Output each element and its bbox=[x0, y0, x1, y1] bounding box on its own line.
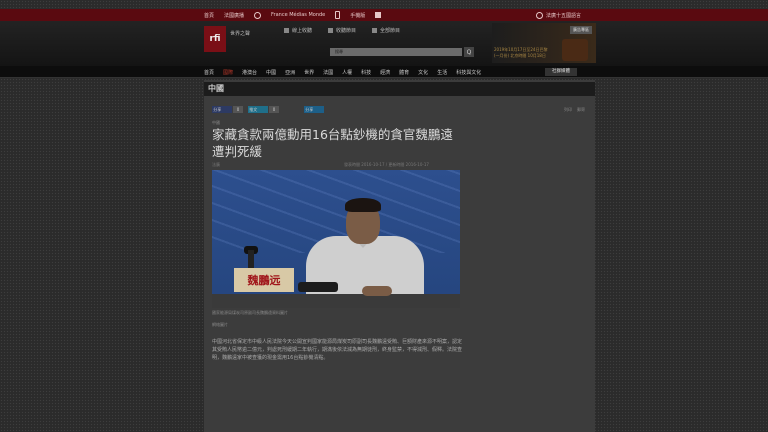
search-input[interactable]: 搜尋 bbox=[330, 48, 462, 56]
twitter-share-count: 0 bbox=[269, 106, 279, 113]
nav-item[interactable]: 港澳台 bbox=[242, 69, 257, 76]
radio-links: 線上收聽 收聽節目 全部節目 bbox=[284, 27, 400, 34]
photo-nameplate: 魏鵬远 bbox=[234, 268, 294, 292]
rfi-logo[interactable]: rfi bbox=[204, 26, 226, 52]
play-icon bbox=[328, 28, 334, 33]
section-title: 中國 bbox=[204, 82, 595, 96]
article-column: 中國 分享 0 推文 0 分享 列印 郵寄 中國 家藏貪款兩億動用16台點鈔機的… bbox=[204, 80, 595, 432]
nav-items: 首頁 國際 港澳台 中國 亞洲 世界 法國 人權 科技 經濟 體育 文化 生活 科技與文化 bbox=[204, 66, 481, 78]
nav-item[interactable]: 生活 bbox=[437, 69, 447, 76]
nav-item[interactable]: 文化 bbox=[418, 69, 428, 76]
header-ad[interactable]: 廣告專區 2019年10月17日至24日巴黎 (一月份) 北京時間 10月18日 bbox=[492, 23, 596, 63]
print-link[interactable]: 列印 bbox=[564, 107, 572, 113]
nav-item[interactable]: 國際 bbox=[223, 69, 233, 76]
linkedin-share-button[interactable]: 分享 bbox=[304, 106, 324, 113]
logo-tagline: 世界之聲 bbox=[230, 31, 251, 37]
nav-item[interactable]: 中國 bbox=[266, 69, 276, 76]
facebook-share-button[interactable]: 分享 bbox=[212, 106, 232, 113]
list-icon bbox=[372, 28, 378, 33]
twitter-share-button[interactable]: 推文 bbox=[248, 106, 268, 113]
nav-item[interactable]: 體育 bbox=[399, 69, 409, 76]
radio-link-programs[interactable]: 收聽節目 bbox=[328, 27, 356, 34]
photo-person-hands bbox=[362, 286, 392, 296]
ad-image bbox=[562, 39, 588, 61]
top-bar: 首頁 法國廣播 France Médias Monde 手機版 法廣十五國語言 bbox=[0, 9, 768, 21]
photo-person-hair bbox=[345, 198, 381, 212]
article-photo: 魏鵬远 bbox=[212, 170, 460, 308]
nav-item[interactable]: 科技與文化 bbox=[456, 69, 481, 76]
topbar-home-link[interactable]: 首頁 bbox=[204, 12, 214, 19]
photo-desk bbox=[212, 294, 460, 308]
nav-item[interactable]: 經濟 bbox=[380, 69, 390, 76]
topbar-france-medias-link[interactable]: France Médias Monde bbox=[271, 12, 325, 18]
article-title: 家藏貪款兩億動用16台點鈔機的貪官魏鵬遠遭判死緩 bbox=[212, 127, 453, 159]
photo-microphone-base bbox=[298, 282, 338, 292]
article-date: 發表時間 2016-10-17 / 更新時間 2016-10-17 bbox=[344, 162, 429, 167]
globe-icon bbox=[536, 11, 543, 19]
search-icon[interactable] bbox=[254, 11, 262, 19]
facebook-share-count: 0 bbox=[233, 106, 243, 113]
nav-item[interactable]: 亞洲 bbox=[285, 69, 295, 76]
photo-credit: 網絡圖片 bbox=[212, 322, 228, 327]
topbar-language-link[interactable]: 法國廣播 bbox=[224, 12, 244, 19]
photo-caption: 國家能源局煤炭司原副司長魏鵬遠資料圖片 bbox=[212, 310, 288, 315]
headphones-icon bbox=[284, 28, 289, 33]
ad-text: 2019年10月17日至24日巴黎 (一月份) 北京時間 10月18日 bbox=[494, 47, 548, 58]
nav-item[interactable]: 首頁 bbox=[204, 69, 214, 76]
article-tools: 列印 郵寄 bbox=[564, 107, 585, 113]
search-button[interactable]: Q bbox=[464, 47, 474, 57]
email-link[interactable]: 郵寄 bbox=[577, 107, 585, 113]
social-media-button[interactable]: 社群媒體 bbox=[545, 68, 577, 76]
nav-item[interactable]: 人權 bbox=[342, 69, 352, 76]
radio-link-live[interactable]: 線上收聽 bbox=[284, 27, 312, 34]
facebook-icon[interactable] bbox=[375, 12, 382, 18]
topbar-languages-link[interactable]: 法廣十五國語言 bbox=[546, 12, 581, 19]
article-body: 中國河北省保定市中級人民法院今天公開宣判國家能源局煤炭司原副司長魏鵬遠受賄、巨額… bbox=[212, 339, 463, 361]
radio-link-all[interactable]: 全部節目 bbox=[372, 27, 400, 34]
topbar-mobile-link[interactable]: 手機版 bbox=[350, 12, 365, 19]
ad-badge: 廣告專區 bbox=[570, 26, 592, 34]
nav-item[interactable]: 科技 bbox=[361, 69, 371, 76]
nav-item[interactable]: 世界 bbox=[304, 69, 314, 76]
site-header: rfi 世界之聲 線上收聽 收聽節目 全部節目 搜尋 Q 廣告專區 2019年1… bbox=[0, 21, 768, 66]
article-byline: 法廣 bbox=[212, 162, 220, 167]
main-nav: 首頁 國際 港澳台 中國 亞洲 世界 法國 人權 科技 經濟 體育 文化 生活 科技與文化 社群媒體 bbox=[0, 66, 768, 78]
nav-item[interactable]: 法國 bbox=[323, 69, 333, 76]
phone-icon bbox=[335, 11, 341, 19]
